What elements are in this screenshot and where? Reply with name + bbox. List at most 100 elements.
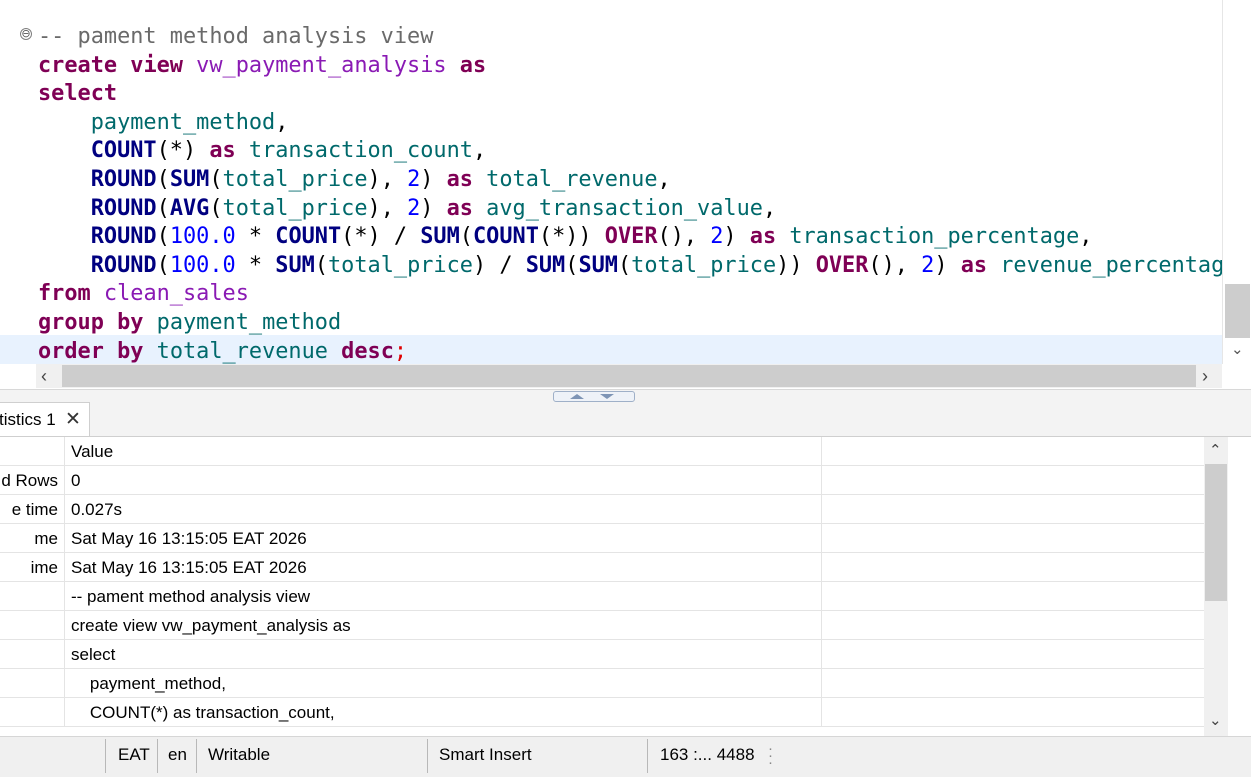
scroll-down-icon[interactable]: ⌄ [1209, 711, 1222, 729]
value-cell[interactable]: -- pament method analysis view [65, 582, 822, 611]
scrollbar-thumb[interactable] [62, 365, 1196, 387]
value-text: COUNT(*) as transaction_count, [71, 703, 335, 722]
code-token: ( [459, 224, 473, 250]
code-line[interactable]: COUNT(*) as transaction_count, [38, 136, 486, 165]
code-line[interactable]: payment_method, [38, 108, 289, 137]
panel-resize-handle[interactable] [553, 391, 635, 402]
value-cell[interactable]: COUNT(*) as transaction_count, [65, 698, 822, 727]
panel-divider[interactable] [0, 389, 1251, 403]
code-token: vw_payment_analysis [196, 52, 447, 78]
minimize-down-icon[interactable] [600, 394, 614, 399]
value-text: Sat May 16 13:15:05 EAT 2026 [71, 558, 307, 577]
value-cell[interactable]: create view vw_payment_analysis as [65, 611, 822, 640]
code-line[interactable]: ROUND(SUM(total_price), 2) as total_reve… [38, 165, 671, 194]
maximize-up-icon[interactable] [570, 394, 584, 399]
code-line[interactable]: ROUND(AVG(total_price), 2) as avg_transa… [38, 194, 776, 223]
code-token: payment_method [156, 310, 342, 335]
code-token: total_revenue [486, 167, 658, 192]
code-token: * [235, 224, 276, 250]
code-token: as [446, 195, 473, 221]
value-cell[interactable]: select [65, 640, 822, 669]
code-line[interactable]: from clean_sales [38, 279, 249, 308]
code-token: , [762, 195, 777, 221]
code-token: total_revenue [156, 338, 328, 364]
code-token: -- pament method analysis view [38, 24, 434, 49]
editor-horizontal-scrollbar[interactable]: ‹ › [36, 364, 1222, 388]
code-line[interactable]: create view vw_payment_analysis as [38, 51, 486, 80]
code-line[interactable]: ROUND(100.0 * COUNT(*) / SUM(COUNT(*)) O… [38, 222, 1093, 251]
editor-vertical-scrollbar[interactable]: ⌄ [1222, 0, 1251, 364]
table-vertical-scrollbar[interactable]: ⌃ ⌄ [1204, 437, 1228, 736]
name-cell[interactable]: me [0, 524, 65, 553]
code-token: ; [393, 338, 408, 364]
scroll-right-icon[interactable]: › [1202, 364, 1208, 388]
code-token: create [38, 52, 118, 78]
tab-statistics[interactable]: tistics 1 ✕ [0, 402, 90, 436]
name-cell[interactable] [0, 582, 65, 611]
code-token: as [446, 167, 473, 192]
header-value-cell[interactable]: Value [65, 437, 822, 466]
code-token: (), [657, 224, 711, 250]
code-token: , [1079, 224, 1093, 250]
value-cell[interactable]: Sat May 16 13:15:05 EAT 2026 [65, 553, 822, 582]
status-grip-icon[interactable]: · · · [768, 741, 773, 770]
scroll-up-icon[interactable]: ⌃ [1209, 441, 1222, 459]
value-cell[interactable]: Sat May 16 13:15:05 EAT 2026 [65, 524, 822, 553]
name-text: me [34, 529, 58, 548]
code-token: ( [209, 167, 223, 192]
code-token: avg_transaction_value [486, 195, 763, 221]
value-cell[interactable]: 0.027s [65, 495, 822, 524]
code-token: select [38, 81, 118, 107]
code-token: , [472, 138, 487, 164]
code-token: revenue_percentage [1000, 252, 1238, 278]
code-token: ( [156, 195, 170, 221]
value-cell[interactable]: payment_method, [65, 669, 822, 698]
table-row[interactable]: ime Sat May 16 13:15:05 EAT 2026 [0, 553, 1204, 582]
code-line[interactable]: order by total_revenue desc; [38, 337, 407, 366]
fold-collapse-icon[interactable]: ⊖ [20, 28, 32, 40]
code-token: COUNT [472, 224, 539, 250]
code-token: ( [156, 252, 170, 278]
name-cell[interactable] [0, 669, 65, 698]
header-name-cell[interactable] [0, 437, 65, 466]
name-cell[interactable] [0, 698, 65, 727]
scroll-left-icon[interactable]: ‹ [41, 364, 47, 388]
close-icon[interactable]: ✕ [65, 408, 81, 431]
name-text: d Rows [1, 471, 58, 490]
scroll-down-icon[interactable]: ⌄ [1231, 340, 1244, 358]
table-row[interactable]: d Rows 0 [0, 466, 1204, 495]
table-row[interactable]: COUNT(*) as transaction_count, [0, 698, 1204, 727]
code-line[interactable]: ROUND(100.0 * SUM(total_price) / SUM(SUM… [38, 251, 1238, 280]
name-cell[interactable]: e time [0, 495, 65, 524]
results-tab-bar: tistics 1 ✕ [0, 402, 1251, 437]
name-cell[interactable]: d Rows [0, 466, 65, 495]
status-cursor-position: 163 :... 4488 [660, 745, 755, 764]
code-token: 2 [710, 224, 724, 250]
table-row[interactable]: me Sat May 16 13:15:05 EAT 2026 [0, 524, 1204, 553]
scrollbar-thumb[interactable] [1205, 464, 1227, 601]
code-line[interactable]: select [38, 79, 117, 108]
table-row[interactable]: create view vw_payment_analysis as [0, 611, 1204, 640]
scrollbar-thumb[interactable] [1225, 284, 1250, 338]
code-token: SUM [578, 252, 618, 278]
name-cell[interactable]: ime [0, 553, 65, 582]
table-row[interactable]: -- pament method analysis view [0, 582, 1204, 611]
code-token: ) [420, 167, 447, 192]
sql-editor[interactable]: ⊖ -- pament method analysis view create v… [0, 0, 1251, 390]
name-cell[interactable] [0, 640, 65, 669]
name-cell[interactable] [0, 611, 65, 640]
code-line[interactable]: -- pament method analysis view [38, 22, 433, 51]
code-token: ) [723, 224, 750, 250]
value-cell[interactable]: 0 [65, 466, 822, 495]
table-row[interactable]: e time 0.027s [0, 495, 1204, 524]
code-token: total_price [222, 195, 368, 221]
table-row[interactable]: select [0, 640, 1204, 669]
table-row[interactable]: payment_method, [0, 669, 1204, 698]
code-line[interactable]: group by payment_method [38, 308, 341, 337]
